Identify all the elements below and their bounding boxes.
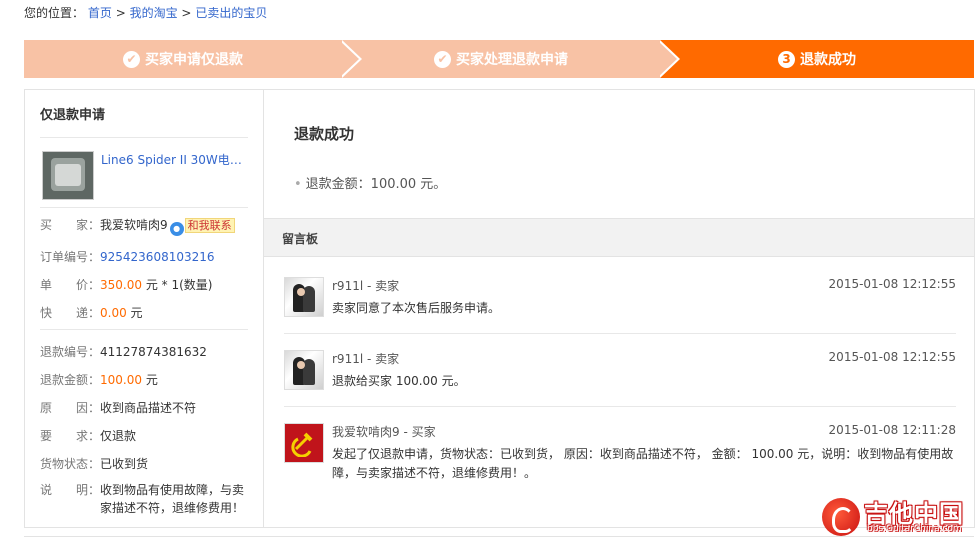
message-time: 2015-01-08 12:11:28 bbox=[828, 423, 956, 437]
refund-amount-row: 退款金额：100.00 元 bbox=[40, 371, 158, 388]
message-text: 卖家同意了本次售后服务申请。 bbox=[332, 301, 501, 315]
guitarchina-logo-icon bbox=[822, 498, 860, 536]
price-unit: 元 * 1(数量) bbox=[145, 278, 213, 292]
shipping-unit: 元 bbox=[130, 306, 143, 320]
message-time: 2015-01-08 12:12:55 bbox=[828, 350, 956, 364]
step-buyer-request: ✔ 买家申请仅退款 bbox=[24, 40, 342, 78]
shipping-value: 0.00 bbox=[100, 306, 127, 320]
refund-amount-value: 100.00 bbox=[100, 373, 142, 387]
step-buyer-process: ✔ 买家处理退款申请 bbox=[342, 40, 660, 78]
reason-value: 收到商品描述不符 bbox=[100, 401, 197, 415]
breadcrumb-my-taobao-link[interactable]: 我的淘宝 bbox=[130, 6, 178, 20]
divider bbox=[284, 406, 956, 407]
refund-no-value: 41127874381632 bbox=[100, 345, 207, 359]
request-row: 要 求：仅退款 bbox=[40, 427, 136, 444]
bullet-icon: • bbox=[294, 177, 302, 192]
goods-status-value: 已收到货 bbox=[100, 457, 149, 471]
note-row: 说 明： 收到物品有使用故障，与卖家描述不符，退维修费用！ bbox=[40, 481, 255, 517]
checkmark-icon: ✔ bbox=[123, 50, 140, 68]
request-value: 仅退款 bbox=[100, 429, 137, 443]
order-no-link[interactable]: 925423608103216 bbox=[100, 250, 215, 264]
step-label: 退款成功 bbox=[800, 52, 856, 68]
refund-no-label: 退款编号： bbox=[40, 345, 101, 359]
refund-no-row: 退款编号：41127874381632 bbox=[40, 343, 207, 360]
buyer-row: 买 家：我爱软啃肉9 ● 和我联系 bbox=[40, 216, 235, 236]
step-refund-success: 3 退款成功 bbox=[660, 40, 974, 78]
message-board-header: 留言板 bbox=[264, 218, 974, 257]
message-time: 2015-01-08 12:12:55 bbox=[828, 277, 956, 291]
shipping-row: 快 递：0.00 元 bbox=[40, 304, 143, 321]
refund-amount-label: 退款金额： bbox=[40, 373, 101, 387]
breadcrumb-prefix: 您的位置： bbox=[24, 6, 85, 20]
checkmark-icon: ✔ bbox=[434, 50, 451, 68]
avatar bbox=[284, 277, 324, 317]
progress-steps: ✔ 买家申请仅退款 ✔ 买家处理退款申请 3 退款成功 bbox=[24, 40, 974, 78]
result-title: 退款成功 bbox=[294, 125, 355, 143]
message-author: 我爱软啃肉9 - 买家 bbox=[332, 425, 436, 439]
hammer-sickle-icon bbox=[291, 432, 313, 457]
step-label: 买家处理退款申请 bbox=[456, 52, 568, 68]
buyer-name: 我爱软啃肉9 bbox=[100, 218, 168, 232]
divider bbox=[40, 329, 248, 330]
message-text: 发起了仅退款申请，货物状态：已收到货， 原因：收到商品描述不符， 金额： 100… bbox=[332, 447, 954, 480]
goods-status-label: 货物状态： bbox=[40, 457, 101, 471]
watermark-url: bbs.GuitarChina.com bbox=[867, 524, 962, 534]
message-item: r911l - 卖家 2015-01-08 12:12:55 退款给买家 100… bbox=[284, 350, 956, 400]
divider bbox=[40, 137, 248, 138]
goods-status-row: 货物状态：已收到货 bbox=[40, 455, 148, 472]
avatar bbox=[284, 423, 324, 463]
order-no-row: 订单编号：925423608103216 bbox=[40, 248, 215, 265]
step-divider bbox=[657, 40, 677, 78]
result-amount-text: 退款金额：100.00 元。 bbox=[305, 177, 447, 192]
reason-row: 原 因：收到商品描述不符 bbox=[40, 399, 196, 416]
message-author: r911l - 卖家 bbox=[332, 352, 400, 366]
product-thumbnail[interactable] bbox=[42, 151, 94, 200]
buyer-label: 买 家： bbox=[40, 218, 101, 232]
shipping-label: 快 递： bbox=[40, 306, 101, 320]
message-item: 我爱软啃肉9 - 买家 2015-01-08 12:11:28 发起了仅退款申请… bbox=[284, 423, 956, 483]
request-label: 要 求： bbox=[40, 429, 101, 443]
breadcrumb-home-link[interactable]: 首页 bbox=[88, 6, 112, 20]
divider bbox=[40, 207, 248, 208]
refund-result-panel: 退款成功 • 退款金额：100.00 元。 留言板 r911l - 卖家 2015… bbox=[263, 89, 975, 528]
site-watermark: 吉他中国 bbs.GuitarChina.com bbox=[822, 490, 972, 538]
breadcrumb-separator: > bbox=[115, 6, 126, 20]
step-label: 买家申请仅退款 bbox=[145, 52, 243, 68]
breadcrumb: 您的位置： 首页 > 我的淘宝 > 已卖出的宝贝 bbox=[24, 4, 267, 21]
price-row: 单 价：350.00 元 * 1(数量) bbox=[40, 276, 212, 293]
divider bbox=[284, 333, 956, 334]
price-label: 单 价： bbox=[40, 278, 101, 292]
breadcrumb-sold-items-link[interactable]: 已卖出的宝贝 bbox=[195, 6, 267, 20]
order-no-label: 订单编号： bbox=[40, 250, 101, 264]
message-text: 退款给买家 100.00 元。 bbox=[332, 374, 466, 388]
reason-label: 原 因： bbox=[40, 401, 101, 415]
step-number-icon: 3 bbox=[778, 50, 795, 68]
result-amount: • 退款金额：100.00 元。 bbox=[294, 173, 446, 192]
panel-title: 仅退款申请 bbox=[40, 108, 106, 123]
contact-me-button[interactable]: 和我联系 bbox=[184, 218, 235, 233]
refund-amount-unit: 元 bbox=[145, 373, 158, 387]
price-value: 350.00 bbox=[100, 278, 142, 292]
note-label: 说 明： bbox=[40, 483, 101, 497]
message-author: r911l - 卖家 bbox=[332, 279, 400, 293]
avatar bbox=[284, 350, 324, 390]
breadcrumb-separator: > bbox=[181, 6, 192, 20]
message-board-title: 留言板 bbox=[282, 232, 319, 246]
refund-info-panel: 仅退款申请 Line6 Spider II 30W电吉他音箱 买 家：我爱软啃肉… bbox=[24, 89, 264, 528]
message-item: r911l - 卖家 2015-01-08 12:12:55 卖家同意了本次售后… bbox=[284, 277, 956, 327]
note-value: 收到物品有使用故障，与卖家描述不符，退维修费用！ bbox=[100, 483, 245, 515]
product-link[interactable]: Line6 Spider II 30W电吉他音箱 bbox=[101, 151, 251, 168]
wangwang-chat-icon[interactable]: ● bbox=[169, 222, 184, 236]
step-divider bbox=[339, 40, 359, 78]
